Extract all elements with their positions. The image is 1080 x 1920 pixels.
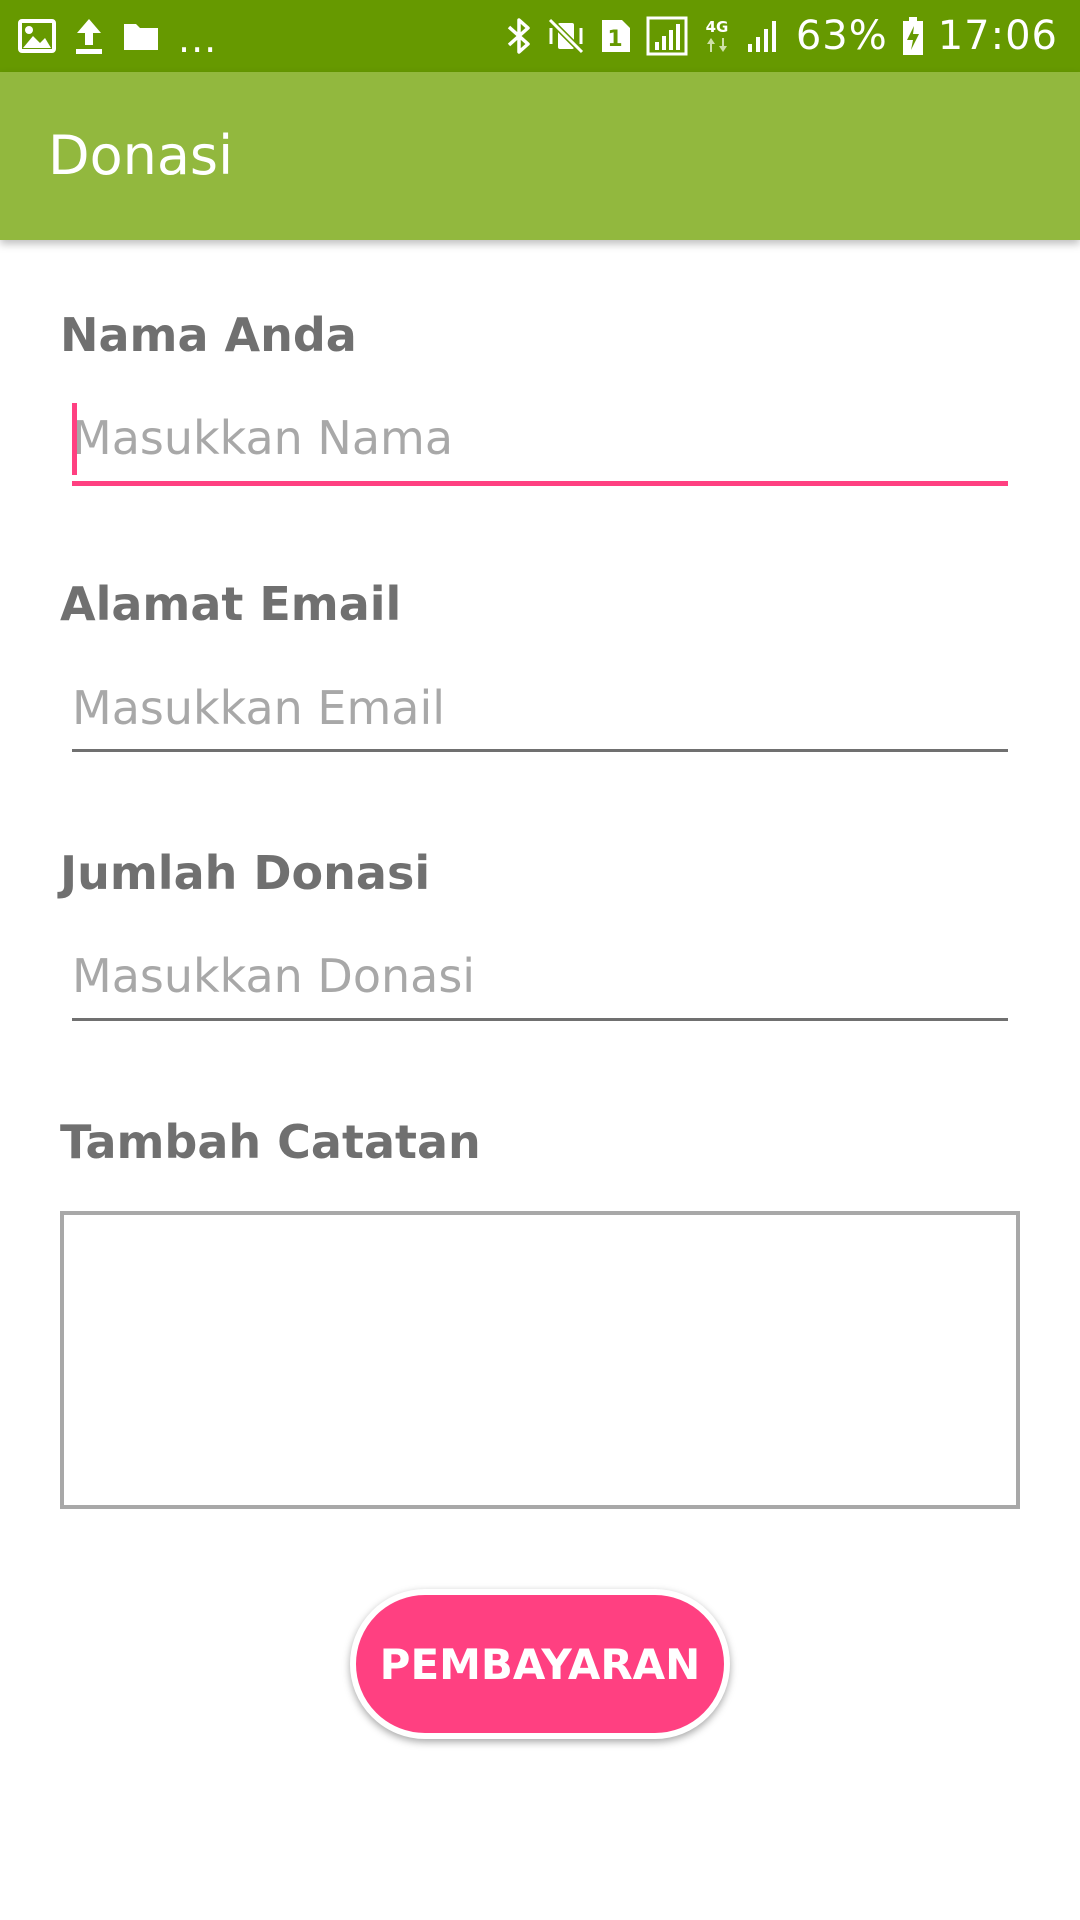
email-input-underline: [72, 749, 1008, 752]
sim1-icon: 1: [600, 18, 632, 54]
signal-bars-icon: [746, 18, 782, 54]
status-bar: ... 1 4G 63% 17:06: [0, 0, 1080, 72]
text-cursor: [72, 403, 77, 475]
network-type: 4G: [705, 18, 728, 36]
name-label: Nama Anda: [60, 308, 357, 362]
sim-label: 1: [607, 27, 622, 52]
email-input[interactable]: [72, 668, 1008, 748]
app-bar: Donasi: [0, 72, 1080, 240]
email-label: Alamat Email: [60, 577, 402, 631]
notes-label: Tambah Catatan: [60, 1115, 481, 1169]
amount-input[interactable]: [72, 936, 1008, 1016]
battery-charging-icon: [902, 16, 924, 56]
amount-label: Jumlah Donasi: [60, 846, 431, 900]
battery-percent: 63%: [795, 13, 888, 59]
clock: 17:06: [937, 13, 1058, 59]
more-notifications-icon: ...: [178, 17, 218, 61]
status-bar-notifications: ...: [18, 0, 217, 72]
status-bar-system: 1 4G 63% 17:06: [506, 0, 1058, 72]
page-title: Donasi: [48, 124, 234, 187]
upload-icon: [74, 17, 104, 55]
vibrate-mute-icon: [546, 16, 586, 56]
name-input[interactable]: [72, 398, 1008, 478]
4g-icon: 4G: [702, 16, 732, 56]
folder-icon: [122, 20, 160, 52]
notes-textarea[interactable]: [60, 1211, 1020, 1509]
signal-icon: [646, 16, 688, 56]
bluetooth-icon: [506, 16, 532, 56]
donation-screen: ... 1 4G 63% 17:06 Donasi Nama Anda Masu…: [0, 0, 1080, 1920]
amount-input-underline: [72, 1018, 1008, 1021]
name-input-underline: [72, 481, 1008, 486]
image-icon: [18, 19, 56, 53]
payment-button-label: PEMBAYARAN: [379, 1639, 701, 1689]
payment-button[interactable]: PEMBAYARAN: [350, 1589, 730, 1739]
